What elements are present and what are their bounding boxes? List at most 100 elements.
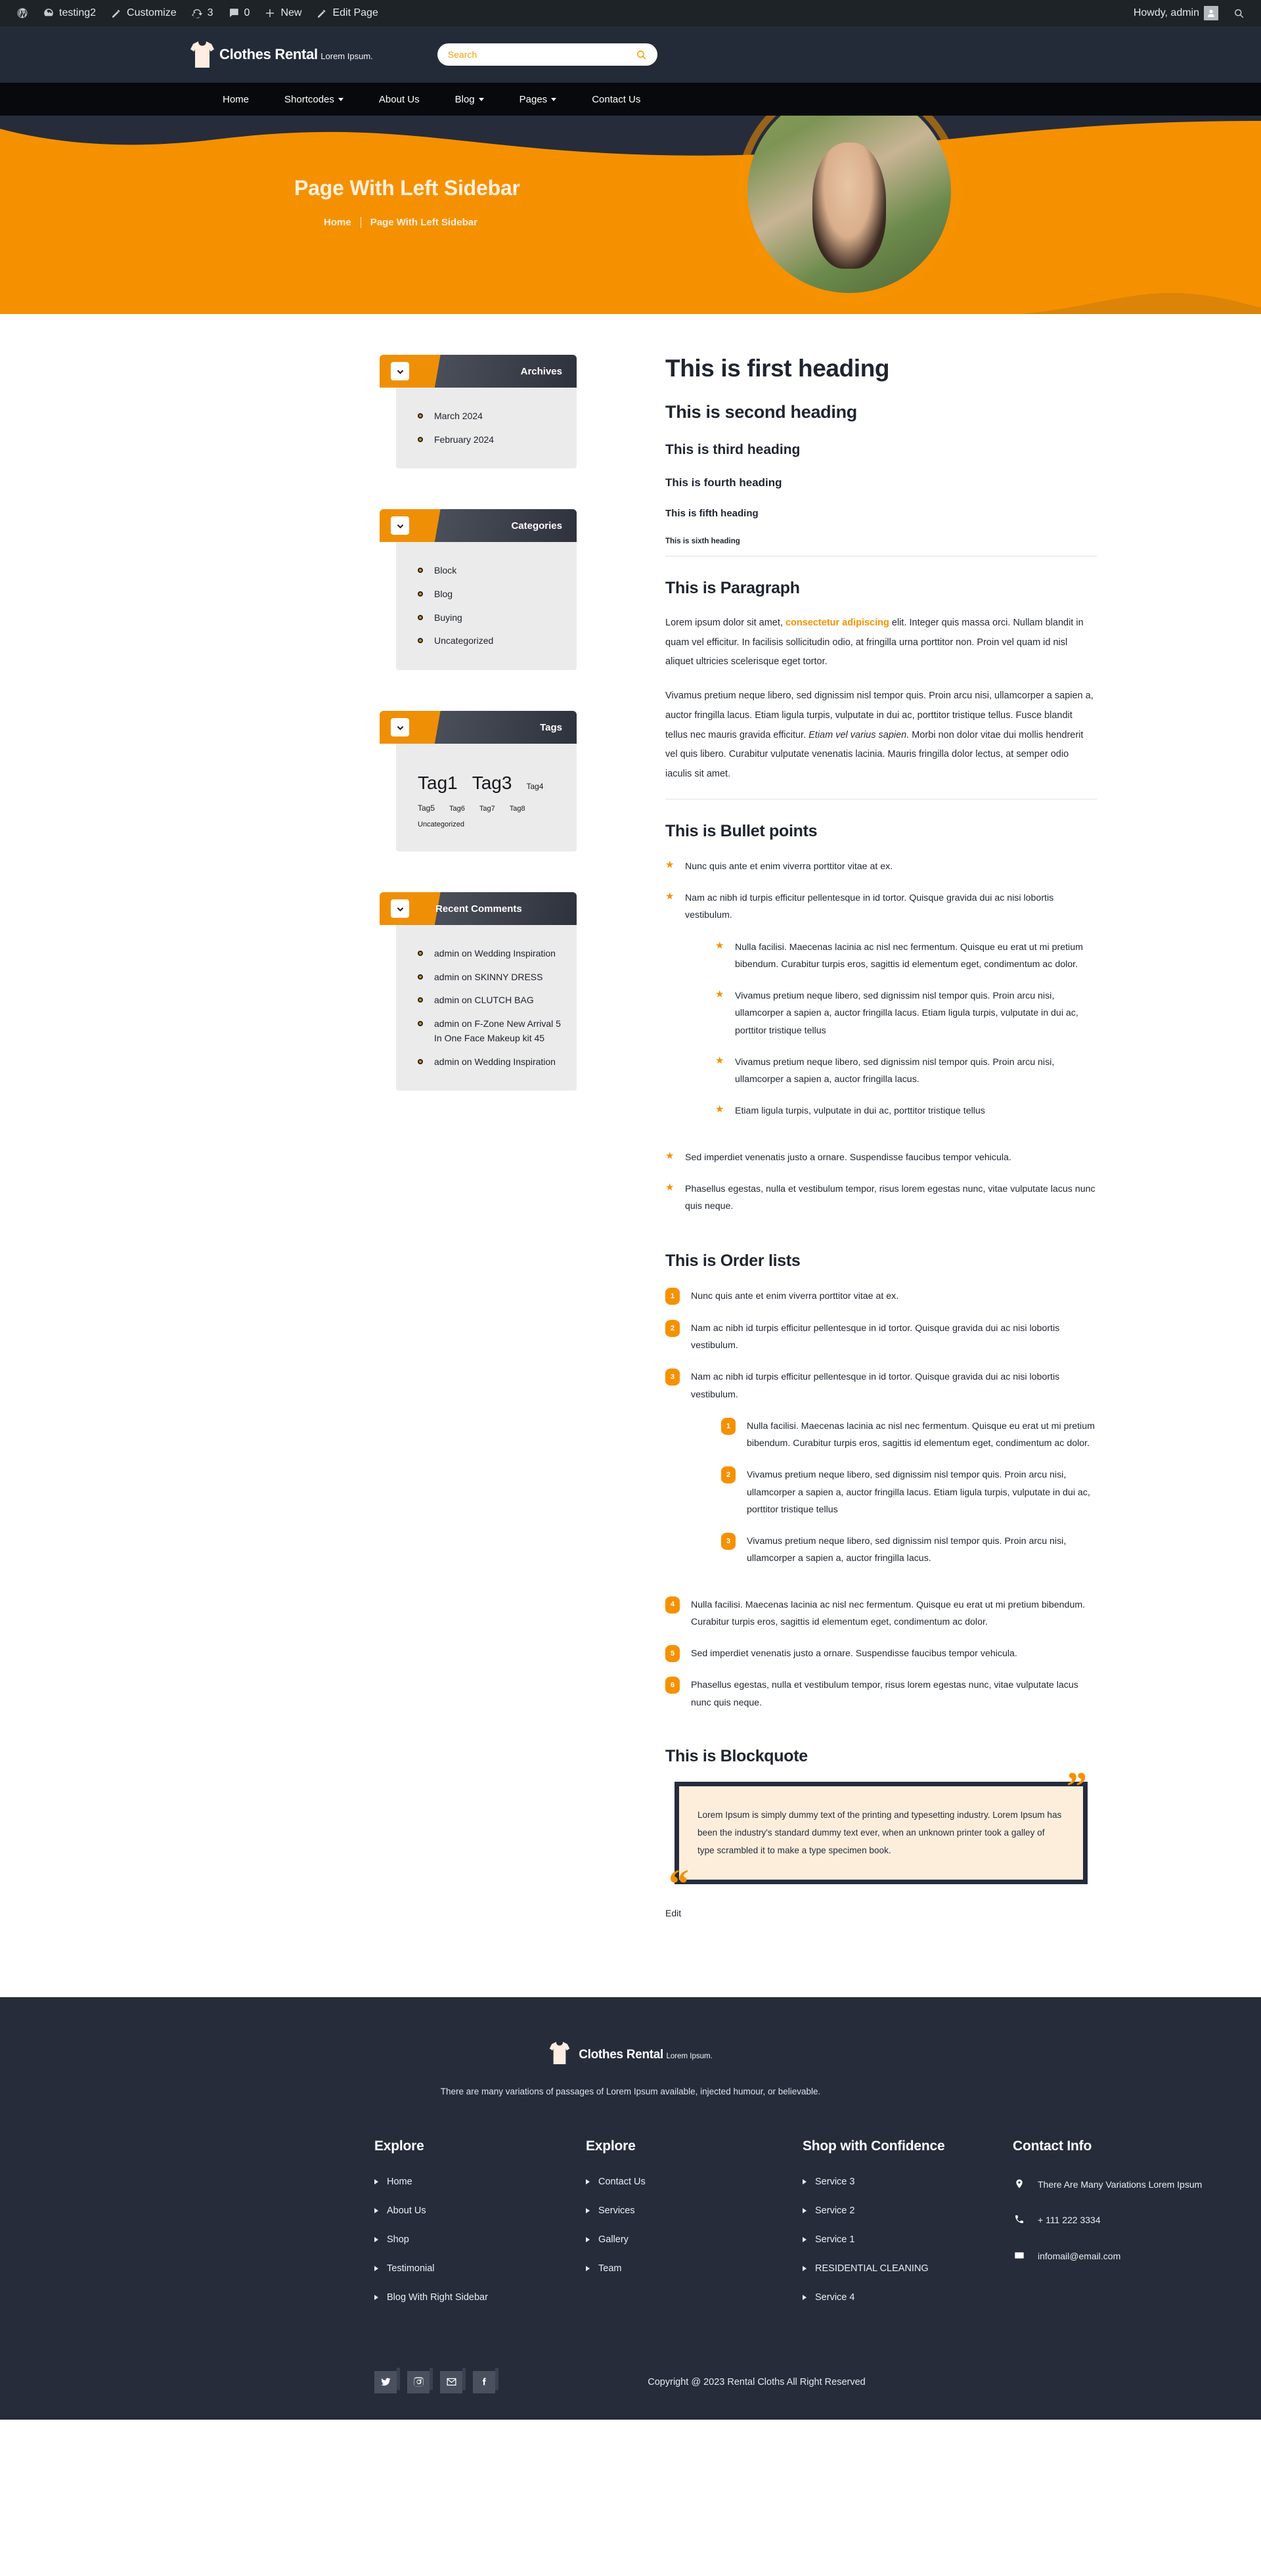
contact-info-list: There Are Many Variations Lorem Ipsum + … <box>1013 2177 1236 2265</box>
breadcrumb: Home Page With Left Sidebar <box>324 217 477 228</box>
arrow-right-icon <box>586 2207 590 2213</box>
search-input[interactable] <box>447 49 636 60</box>
list-item[interactable]: RESIDENTIAL CLEANING <box>803 2263 1013 2274</box>
list-item[interactable]: Shop <box>374 2234 586 2245</box>
admin-bar-site-name[interactable]: testing2 <box>35 0 103 26</box>
list-item[interactable]: About Us <box>374 2205 586 2216</box>
list-item[interactable]: Team <box>586 2263 803 2274</box>
list-item[interactable]: Blog <box>396 583 577 606</box>
heading-level-1: This is first heading <box>665 355 890 382</box>
tag-link[interactable]: Tag7 <box>479 803 495 815</box>
footer-link-list: Contact Us Services Gallery Team <box>586 2177 803 2274</box>
order-number-badge: 3 <box>721 1533 736 1550</box>
order-number-badge: 1 <box>721 1417 736 1435</box>
social-mail-button[interactable] <box>440 2367 466 2393</box>
list-item[interactable]: February 2024 <box>396 428 577 452</box>
footer-link-label: Services <box>598 2205 635 2216</box>
list-item: 3 Nam ac nibh id turpis efficitur pellen… <box>665 1368 1097 1581</box>
comment-label: admin on Wedding Inspiration <box>434 948 556 959</box>
tag-link[interactable]: Tag6 <box>449 803 465 815</box>
list-item[interactable]: Gallery <box>586 2234 803 2245</box>
admin-bar-edit-page[interactable]: Edit Page <box>309 0 385 26</box>
admin-bar-search-button[interactable] <box>1226 0 1252 26</box>
tag-link[interactable]: Tag3 <box>472 769 512 798</box>
list-item: 6 Phasellus egestas, nulla et vestibulum … <box>665 1677 1097 1711</box>
widget-collapse-toggle[interactable] <box>391 516 409 535</box>
paragraph-1-highlight[interactable]: consectetur adipiscing <box>785 618 889 628</box>
list-item[interactable]: Service 2 <box>803 2205 1013 2216</box>
site-header: Clothes Rental Lorem Ipsum. <box>0 26 1261 83</box>
copyright-bar: Copyright @ 2023 Rental Cloths All Right… <box>0 2354 1261 2420</box>
nav-item-pages[interactable]: Pages <box>502 83 575 116</box>
widget-collapse-toggle[interactable] <box>391 899 409 918</box>
phone-icon <box>1013 2212 1026 2225</box>
breadcrumb-home[interactable]: Home <box>324 217 351 228</box>
contact-phone[interactable]: + 111 222 3334 <box>1013 2212 1236 2228</box>
footer-column-title: Explore <box>374 2138 424 2154</box>
widget-collapse-toggle[interactable] <box>391 718 409 737</box>
list-item[interactable]: March 2024 <box>396 405 577 428</box>
list-item[interactable]: admin on Wedding Inspiration <box>396 942 577 966</box>
list-item[interactable]: Home <box>374 2177 586 2187</box>
list-item[interactable]: Buying <box>396 606 577 630</box>
widget-title: Categories <box>511 520 562 531</box>
nav-item-about-us[interactable]: About Us <box>361 83 437 116</box>
list-item[interactable]: admin on Wedding Inspiration <box>396 1051 577 1074</box>
contact-email-text: infomail@email.com <box>1038 2250 1121 2261</box>
bullet-text: Nam ac nibh id turpis efficitur pellente… <box>685 893 1054 921</box>
edit-post-link[interactable]: Edit <box>665 1908 681 1918</box>
list-item[interactable]: admin on F-Zone New Arrival 5 In One Fac… <box>396 1012 577 1050</box>
social-instagram-button[interactable] <box>407 2367 433 2393</box>
admin-bar-customize[interactable]: Customize <box>103 0 184 26</box>
nav-item-home[interactable]: Home <box>205 83 267 116</box>
admin-bar-new-content[interactable]: New <box>257 0 309 26</box>
dashboard-icon <box>43 7 55 19</box>
tag-link[interactable]: Tag4 <box>526 780 543 793</box>
social-facebook-button[interactable] <box>473 2367 498 2393</box>
nav-item-blog[interactable]: Blog <box>437 83 502 116</box>
list-item[interactable]: Service 4 <box>803 2292 1013 2303</box>
admin-bar-updates[interactable]: 3 <box>184 0 221 26</box>
nav-item-shortcodes[interactable]: Shortcodes <box>267 83 361 116</box>
nav-item-contact-us[interactable]: Contact Us <box>574 83 658 116</box>
chevron-down-icon <box>397 369 403 374</box>
bullet-dot-icon <box>418 951 423 957</box>
list-item[interactable]: Services <box>586 2205 803 2216</box>
primary-navigation: Home Shortcodes About Us Blog Pages Cont… <box>0 83 1261 116</box>
main-content: This is first heading This is second hea… <box>665 355 1097 1920</box>
star-icon: ★ <box>715 1104 724 1116</box>
contact-phone-text: + 111 222 3334 <box>1038 2215 1101 2226</box>
admin-bar-site-name-label: testing2 <box>59 7 97 18</box>
search-submit-button[interactable] <box>636 49 647 60</box>
footer-column-explore-1: Explore Home About Us Shop Testimonial B… <box>374 2138 586 2321</box>
list-item[interactable]: Service 3 <box>803 2177 1013 2187</box>
star-icon: ★ <box>665 1150 675 1162</box>
footer-logo[interactable]: Clothes Rental Lorem Ipsum. <box>0 2041 1261 2069</box>
admin-bar-my-account[interactable]: Howdy, admin <box>1126 0 1226 26</box>
tag-link[interactable]: Tag1 <box>418 769 458 798</box>
list-item[interactable]: Block <box>396 559 577 583</box>
list-item[interactable]: Contact Us <box>586 2177 803 2187</box>
list-item[interactable]: Service 1 <box>803 2234 1013 2245</box>
tag-link[interactable]: Tag8 <box>510 803 525 815</box>
footer-link-label: Service 3 <box>815 2176 855 2187</box>
logo-subtitle: Lorem Ipsum. <box>321 51 373 61</box>
list-item: ★ Sed imperdiet venenatis justo a ornare.… <box>665 1149 1097 1166</box>
tag-link[interactable]: Tag5 <box>418 802 435 815</box>
widget-collapse-toggle[interactable] <box>391 362 409 380</box>
admin-bar-comments[interactable]: 0 <box>221 0 257 26</box>
tag-link[interactable]: Uncategorized <box>418 819 464 831</box>
order-text: Nam ac nibh id turpis efficitur pellente… <box>691 1372 1060 1400</box>
list-item[interactable]: admin on SKINNY DRESS <box>396 966 577 989</box>
social-twitter-button[interactable] <box>374 2367 400 2393</box>
wordpress-logo-menu[interactable] <box>9 0 35 26</box>
list-item[interactable]: Testimonial <box>374 2263 586 2274</box>
site-logo[interactable]: Clothes Rental Lorem Ipsum. <box>189 40 373 69</box>
list-item[interactable]: Blog With Right Sidebar <box>374 2292 586 2303</box>
contact-email[interactable]: infomail@email.com <box>1013 2248 1236 2265</box>
star-icon: ★ <box>715 989 724 1001</box>
header-search[interactable] <box>437 43 657 66</box>
list-item[interactable]: Uncategorized <box>396 629 577 653</box>
order-number-badge: 4 <box>665 1596 680 1614</box>
list-item[interactable]: admin on CLUTCH BAG <box>396 989 577 1012</box>
